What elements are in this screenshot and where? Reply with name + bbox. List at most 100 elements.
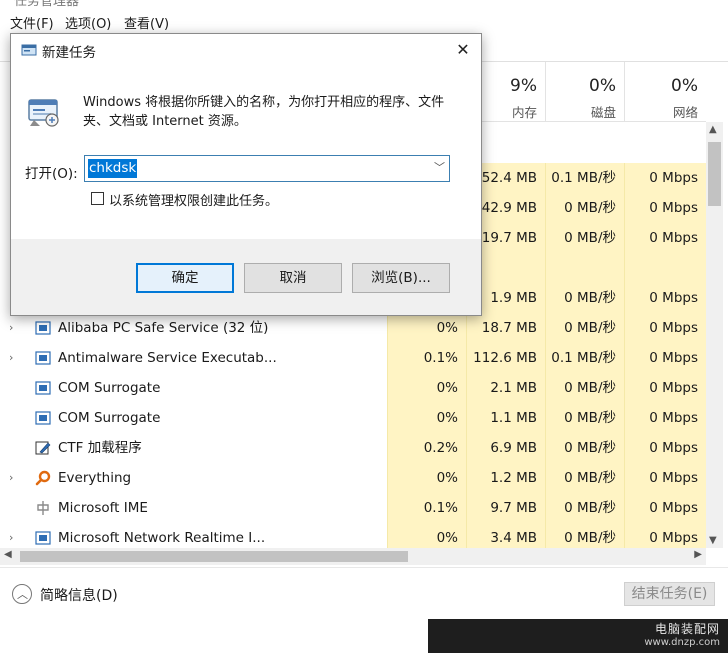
disk-cell: 0 MB/秒 — [545, 223, 624, 253]
disk-cell: 0 MB/秒 — [545, 283, 624, 313]
expand-chevron-icon[interactable]: › — [9, 321, 13, 334]
process-name: CTF 加载程序 — [58, 440, 142, 456]
disk-cell: 0.1 MB/秒 — [545, 343, 624, 373]
cpu-cell: 0.1% — [387, 493, 466, 523]
process-row[interactable]: Microsoft IME 0.1% 9.7 MB 0 MB/秒 0 Mbps — [0, 493, 706, 523]
process-name-cell: CTF 加载程序 — [0, 433, 387, 463]
process-name: Alibaba PC Safe Service (32 位) — [58, 320, 269, 336]
process-name: Antimalware Service Executab... — [58, 350, 277, 366]
expand-chevron-icon[interactable]: › — [9, 531, 13, 544]
service-icon — [35, 410, 51, 426]
memory-cell: 112.6 MB — [466, 343, 545, 373]
process-name-cell: COM Surrogate — [0, 373, 387, 403]
process-row[interactable]: › Antimalware Service Executab... 0.1% 112.… — [0, 343, 706, 373]
fewer-details-label: 简略信息(D) — [40, 588, 118, 604]
watermark-text: 电脑装配网 — [654, 622, 720, 636]
memory-cell: 18.7 MB — [466, 313, 545, 343]
service-icon — [35, 320, 51, 336]
scroll-right-arrow-icon[interactable]: ▶ — [694, 549, 702, 560]
process-row[interactable]: › Alibaba PC Safe Service (32 位) 0% 18.7 MB… — [0, 313, 706, 343]
process-name-cell: Microsoft IME — [0, 493, 387, 523]
network-cell: 0 Mbps — [624, 373, 706, 403]
menu-view[interactable]: 查看(V) — [124, 13, 169, 32]
horizontal-scrollbar[interactable]: ◀ ▶ — [0, 548, 706, 565]
network-cell: 0 Mbps — [624, 403, 706, 433]
column-header-network[interactable]: 0% 网络 — [624, 62, 706, 122]
watermark: 电脑装配网 www.dnzp.com — [644, 620, 720, 648]
vertical-scrollbar[interactable]: ▲ ▼ — [706, 122, 723, 548]
network-cell: 0 Mbps — [624, 433, 706, 463]
cpu-cell: 0% — [387, 403, 466, 433]
expand-chevron-icon[interactable]: › — [9, 471, 13, 484]
process-row[interactable]: COM Surrogate 0% 2.1 MB 0 MB/秒 0 Mbps — [0, 373, 706, 403]
disk-cell — [545, 253, 624, 283]
disk-cell: 0 MB/秒 — [545, 403, 624, 433]
column-header-disk[interactable]: 0% 磁盘 — [545, 62, 624, 122]
network-cell: 0 Mbps — [624, 163, 706, 193]
memory-cell: 1.2 MB — [466, 463, 545, 493]
process-row[interactable]: COM Surrogate 0% 1.1 MB 0 MB/秒 0 Mbps — [0, 403, 706, 433]
process-row[interactable]: › Everything 0% 1.2 MB 0 MB/秒 0 Mbps — [0, 463, 706, 493]
process-row[interactable]: CTF 加载程序 0.2% 6.9 MB 0 MB/秒 0 Mbps — [0, 433, 706, 463]
process-name-cell: COM Surrogate — [0, 403, 387, 433]
disk-cell: 0 MB/秒 — [545, 373, 624, 403]
network-cell: 0 Mbps — [624, 343, 706, 373]
cpu-cell: 0% — [387, 373, 466, 403]
cpu-cell: 0.2% — [387, 433, 466, 463]
vertical-scroll-thumb[interactable] — [708, 142, 721, 206]
ime-icon — [35, 500, 51, 516]
cpu-cell: 0% — [387, 313, 466, 343]
close-icon[interactable]: ✕ — [451, 38, 475, 62]
create-new-task-dialog: 新建任务 ✕ Windows 将根据你所键入的名称，为你打开相应的程序、文件夹、… — [10, 33, 482, 316]
horizontal-scroll-thumb[interactable] — [20, 551, 408, 562]
watermark-strip: 电脑装配网 www.dnzp.com — [428, 619, 728, 653]
network-percent: 0% — [671, 76, 698, 96]
scroll-up-arrow-icon[interactable]: ▲ — [709, 124, 717, 135]
disk-cell: 0 MB/秒 — [545, 493, 624, 523]
disk-column-label: 磁盘 — [590, 105, 616, 120]
cancel-button[interactable]: 取消 — [244, 263, 342, 293]
network-cell: 0 Mbps — [624, 223, 706, 253]
disk-cell: 0 MB/秒 — [545, 313, 624, 343]
memory-percent: 9% — [510, 76, 537, 96]
memory-column-label: 内存 — [511, 105, 537, 120]
chevron-up-icon: ︿ — [12, 584, 32, 604]
process-name-cell: › Everything — [0, 463, 387, 493]
disk-cell: 0.1 MB/秒 — [545, 163, 624, 193]
process-name: Microsoft IME — [58, 500, 148, 516]
disk-cell: 0 MB/秒 — [545, 433, 624, 463]
process-name: COM Surrogate — [58, 410, 161, 426]
service-icon — [35, 530, 51, 546]
scroll-down-arrow-icon[interactable]: ▼ — [709, 535, 717, 546]
memory-cell: 2.1 MB — [466, 373, 545, 403]
service-icon — [35, 350, 51, 366]
cpu-cell: 0% — [387, 463, 466, 493]
menu-file[interactable]: 文件(F) — [10, 13, 54, 32]
dialog-title: 新建任务 — [42, 45, 96, 61]
dialog-body: Windows 将根据你所键入的名称，为你打开相应的程序、文件夹、文档或 Int… — [11, 66, 481, 239]
disk-cell: 0 MB/秒 — [545, 463, 624, 493]
magnifier-icon — [35, 470, 51, 486]
open-input-selected-text[interactable]: chkdsk — [88, 159, 138, 178]
process-name: COM Surrogate — [58, 380, 161, 396]
process-name: Everything — [58, 470, 132, 486]
admin-checkbox[interactable] — [91, 192, 104, 205]
chevron-down-icon[interactable]: ﹀ — [434, 159, 445, 175]
scroll-left-arrow-icon[interactable]: ◀ — [4, 549, 12, 560]
network-column-label: 网络 — [672, 105, 698, 120]
service-icon — [35, 380, 51, 396]
network-cell: 0 Mbps — [624, 493, 706, 523]
disk-cell: 0 MB/秒 — [545, 193, 624, 223]
menu-options[interactable]: 选项(O) — [65, 13, 111, 32]
open-combobox[interactable]: chkdsk ﹀ — [84, 155, 450, 182]
menu-bar: 文件(F) 选项(O) 查看(V) — [0, 8, 728, 34]
disk-percent: 0% — [589, 76, 616, 96]
ctf-pen-icon — [35, 440, 51, 456]
memory-cell: 1.1 MB — [466, 403, 545, 433]
end-task-button[interactable]: 结束任务(E) — [624, 582, 715, 606]
browse-button[interactable]: 浏览(B)... — [352, 263, 450, 293]
admin-checkbox-label[interactable]: 以系统管理权限创建此任务。 — [109, 190, 278, 209]
expand-chevron-icon[interactable]: › — [9, 351, 13, 364]
network-cell: 0 Mbps — [624, 313, 706, 343]
ok-button[interactable]: 确定 — [136, 263, 234, 293]
